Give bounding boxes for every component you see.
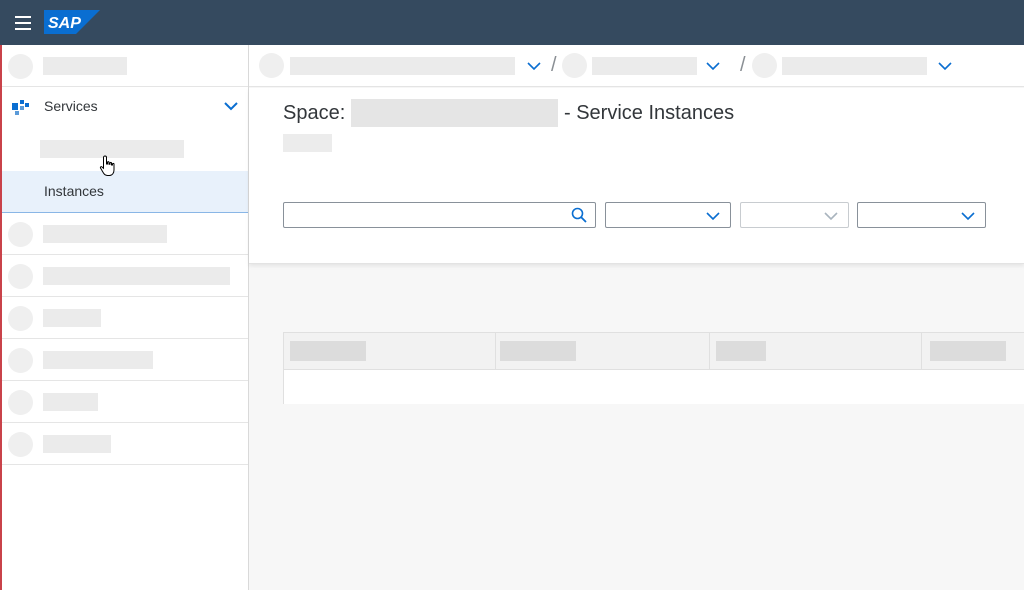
column-header-skeleton [500, 341, 576, 361]
shell-bar: SAP [0, 0, 1024, 45]
search-icon[interactable] [571, 207, 587, 223]
skeleton-text [43, 351, 153, 369]
skeleton-avatar [259, 53, 284, 78]
breadcrumb-skeleton-text [592, 57, 697, 75]
skeleton-text [43, 393, 98, 411]
hamburger-menu-icon[interactable] [12, 12, 34, 34]
table-header [284, 333, 1024, 370]
chevron-down-icon[interactable] [527, 61, 541, 71]
space-name-skeleton [351, 99, 558, 127]
sidebar-item-label: Services [44, 98, 98, 114]
page-title-prefix: Space: [283, 102, 346, 124]
breadcrumb-separator: / [740, 54, 746, 76]
breadcrumb-skeleton-text [782, 57, 927, 75]
page-title-suffix: - Service Instances [564, 102, 735, 124]
skeleton-avatar [562, 53, 587, 78]
skeleton-text [43, 435, 111, 453]
chevron-down-icon [961, 212, 975, 221]
chevron-down-icon[interactable] [938, 61, 952, 71]
table-row [284, 370, 1024, 404]
search-input[interactable] [283, 202, 596, 228]
service-instances-table [283, 332, 1024, 404]
skeleton-text [43, 57, 127, 75]
skeleton-text [43, 267, 230, 285]
logo-text: SAP [48, 15, 81, 32]
column-header[interactable] [922, 333, 1024, 369]
side-navigation: Services Instances [0, 45, 249, 590]
filter-select-1[interactable] [605, 202, 731, 228]
sidebar-item-label: Instances [44, 183, 104, 199]
breadcrumb-separator: / [551, 54, 557, 76]
subtitle-skeleton [283, 134, 332, 152]
skeleton-avatar [8, 264, 33, 289]
skeleton-avatar [752, 53, 777, 78]
sap-logo[interactable]: SAP [44, 10, 100, 34]
chevron-down-icon[interactable] [223, 100, 239, 112]
skeleton-avatar [8, 54, 33, 79]
services-icon [12, 100, 29, 115]
sidebar-item-skeleton [0, 339, 248, 381]
hand-cursor-icon [99, 155, 115, 176]
sidebar-item-services[interactable]: Services [0, 87, 248, 127]
column-header[interactable] [710, 333, 922, 369]
skeleton-avatar [8, 390, 33, 415]
breadcrumb: / / [249, 45, 1024, 87]
column-header[interactable] [496, 333, 710, 369]
sidebar-subitem-instances[interactable]: Instances [0, 171, 248, 213]
skeleton-text [43, 309, 101, 327]
sidebar-item-skeleton [0, 255, 248, 297]
skeleton-avatar [8, 306, 33, 331]
sidebar-subitem-skeleton [0, 127, 248, 171]
column-header-skeleton [716, 341, 766, 361]
skeleton-avatar [8, 222, 33, 247]
filter-select-2[interactable] [740, 202, 849, 228]
breadcrumb-skeleton-text [290, 57, 515, 75]
chevron-down-icon [706, 212, 720, 221]
sidebar-item-skeleton [0, 213, 248, 255]
skeleton-avatar [8, 432, 33, 457]
skeleton-text [43, 225, 167, 243]
sidebar-item-skeleton [0, 297, 248, 339]
focus-edge [0, 45, 2, 590]
column-header-skeleton [930, 341, 1006, 361]
chevron-down-icon[interactable] [706, 61, 720, 71]
skeleton-avatar [8, 348, 33, 373]
sidebar-item-skeleton [0, 45, 248, 87]
sidebar-item-skeleton [0, 423, 248, 465]
page-header: Space: - Service Instances [249, 88, 1024, 264]
column-header-skeleton [290, 341, 366, 361]
column-header[interactable] [284, 333, 496, 369]
sidebar-item-skeleton [0, 381, 248, 423]
chevron-down-icon [824, 212, 838, 221]
filter-select-3[interactable] [857, 202, 986, 228]
